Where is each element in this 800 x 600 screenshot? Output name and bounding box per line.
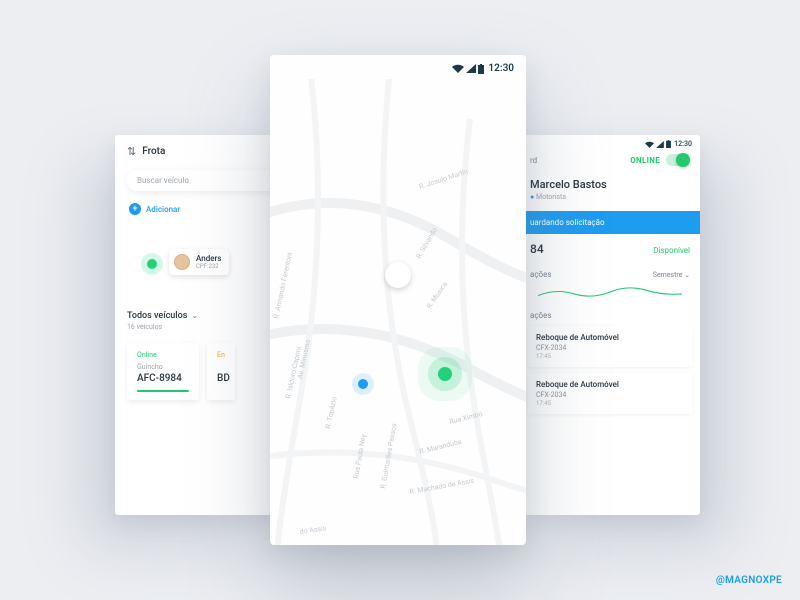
map-marker-blue[interactable] (358, 379, 368, 389)
availability-status: Disponível (653, 246, 690, 255)
user-header: Marcelo Bastos Motorista (520, 172, 700, 205)
signal-icon (656, 141, 664, 148)
map-canvas[interactable]: R. Josulo Martin R. Silvando R. Musica R… (270, 79, 526, 545)
clock: 12:30 (488, 63, 514, 74)
clock: 12:30 (674, 140, 692, 148)
online-toggle[interactable] (666, 154, 690, 166)
user-name: Marcelo Bastos (530, 178, 700, 191)
street-label: R. Maranduba (419, 438, 463, 456)
filter-icon[interactable]: ⇅ (127, 145, 136, 158)
plus-icon: + (129, 203, 141, 215)
vehicle-marker[interactable] (147, 259, 157, 269)
driver-dashboard-screen: 12:30 rd ONLINE Marcelo Bastos Motorista… (520, 135, 700, 515)
requests-label: ações (520, 307, 700, 326)
vehicle-count: 16 veículos (127, 323, 283, 331)
map-screen: 12:30 R. Josulo Martin R. Silvando R. Mu… (270, 55, 526, 545)
vehicle-status: En (217, 351, 233, 359)
map-marker-green[interactable] (438, 367, 452, 381)
driver-name: Anders (196, 254, 221, 263)
avatar (174, 254, 190, 270)
street-label: R. Armando Ferentoni (272, 251, 294, 319)
period-selector[interactable]: Semestre ⌄ (653, 271, 690, 279)
status-bar (137, 390, 189, 392)
wifi-icon (452, 64, 464, 73)
search-input[interactable]: Buscar veículo (127, 170, 283, 191)
request-item[interactable]: Reboque de Automóvel CFX-2034 17:45 (528, 373, 692, 414)
credit-handle: @MAGNOXPE (716, 575, 782, 586)
status-bar: 12:30 (270, 55, 526, 74)
vehicle-card[interactable]: Online Guincho AFC-8984 (127, 343, 199, 400)
vehicle-status: Online (137, 351, 189, 359)
header-partial: rd (530, 156, 537, 165)
vehicle-type: Guincho (137, 363, 189, 371)
current-location-button[interactable] (385, 262, 411, 288)
street-label: R. Topázio (324, 396, 339, 429)
online-label: ONLINE (630, 156, 660, 165)
fleet-screen: ⇅ Frota Buscar veículo + Adicionar Ander… (115, 135, 295, 515)
driver-sub: CPF:232 (196, 263, 221, 270)
screen-title: Frota (142, 146, 165, 157)
vehicle-card[interactable]: En BD (207, 343, 235, 400)
vehicles-section-header[interactable]: Todos veículos⌄ 16 veículos (115, 303, 295, 337)
mini-map[interactable]: Anders CPF:232 (115, 225, 295, 295)
chevron-down-icon: ⌄ (191, 311, 198, 320)
battery-icon (666, 140, 671, 148)
street-label: do Assis (299, 524, 327, 536)
stats-label: ações (530, 270, 551, 279)
user-role: Motorista (530, 193, 700, 201)
vehicle-plate: BD (217, 373, 233, 384)
driver-card[interactable]: Anders CPF:232 (169, 249, 229, 275)
signal-icon (466, 64, 476, 73)
street-label: R. Musica (425, 280, 449, 310)
street-label: R. Machado de Assis (409, 477, 475, 496)
wifi-icon (645, 141, 654, 148)
vehicle-plate: AFC-8984 (137, 373, 189, 384)
status-banner: uardando solicitação (520, 211, 700, 234)
current-plate: 84 (530, 242, 544, 256)
status-bar: 12:30 (520, 135, 700, 148)
add-vehicle-button[interactable]: + Adicionar (115, 197, 295, 221)
request-item[interactable]: Reboque de Automóvel CFX-2034 17:45 (528, 326, 692, 367)
add-label: Adicionar (146, 205, 180, 214)
battery-icon (478, 64, 484, 74)
sparkline-chart (530, 283, 690, 301)
